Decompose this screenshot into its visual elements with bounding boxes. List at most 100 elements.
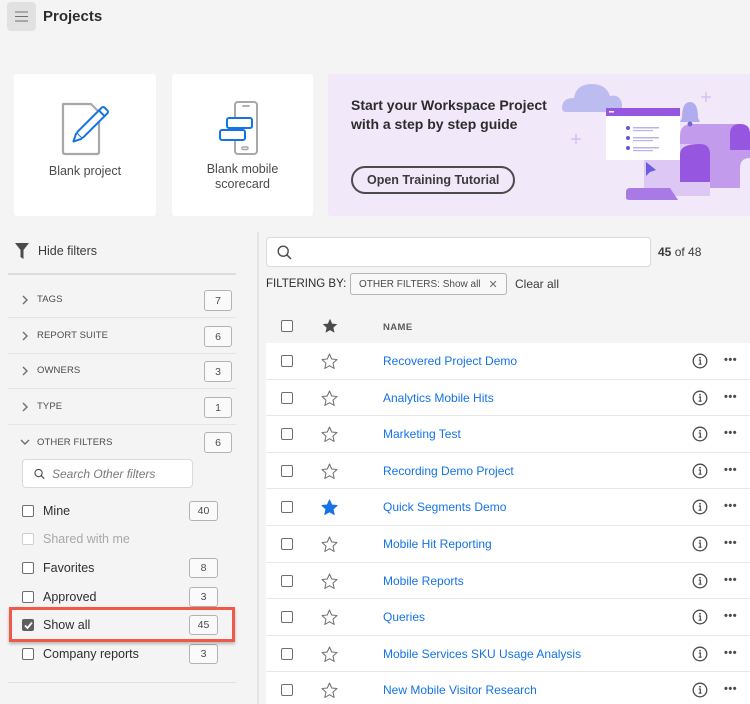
open-training-tutorial-button[interactable]: Open Training Tutorial	[351, 166, 516, 194]
table-row[interactable]: Analytics Mobile Hits •••	[266, 379, 750, 417]
info-icon[interactable]	[692, 390, 708, 406]
checkbox-disabled	[22, 533, 34, 545]
favorite-column-star-icon[interactable]	[322, 318, 338, 334]
filter-option-show-all[interactable]: Show all 45	[22, 613, 218, 637]
row-checkbox[interactable]	[281, 355, 293, 367]
clear-all-button[interactable]: Clear all	[515, 277, 559, 291]
more-actions-icon[interactable]: •••	[724, 426, 737, 440]
project-search-field[interactable]	[266, 237, 651, 267]
project-name-link[interactable]: Analytics Mobile Hits	[383, 391, 494, 405]
star-outline-icon[interactable]	[321, 390, 338, 407]
checkbox[interactable]	[22, 505, 34, 517]
row-checkbox[interactable]	[281, 537, 293, 550]
row-checkbox[interactable]	[281, 501, 293, 514]
checkbox[interactable]	[22, 562, 34, 574]
active-filter-tag[interactable]: OTHER FILTERS: Show all ✕	[350, 273, 507, 295]
star-outline-icon[interactable]	[321, 646, 338, 663]
facet-report-suite[interactable]: REPORT SUITE 6	[8, 318, 236, 354]
checkbox-checked[interactable]	[22, 619, 34, 631]
project-name-link[interactable]: Mobile Hit Reporting	[383, 537, 492, 551]
hide-filters-label: Hide filters	[38, 244, 98, 258]
row-checkbox[interactable]	[281, 574, 293, 587]
search-other-filters-input[interactable]	[52, 466, 192, 481]
more-actions-icon[interactable]: •••	[724, 390, 737, 404]
blank-mobile-scorecard-card[interactable]: Blank mobile scorecard	[172, 74, 313, 216]
row-checkbox[interactable]	[281, 684, 293, 697]
star-outline-icon[interactable]	[321, 353, 338, 370]
filter-option-mine[interactable]: Mine 40	[22, 499, 218, 523]
search-other-filters-field[interactable]	[22, 459, 193, 488]
table-row[interactable]: Mobile Services SKU Usage Analysis •••	[266, 635, 750, 673]
info-icon[interactable]	[692, 499, 708, 515]
facet-name: OWNERS	[37, 365, 81, 376]
table-row[interactable]: Recording Demo Project •••	[266, 452, 750, 490]
training-banner: Start your Workspace Project with a step…	[328, 74, 750, 216]
table-row[interactable]: Mobile Reports •••	[266, 562, 750, 600]
project-table-body: Recovered Project Demo ••• Analytics Mobil…	[266, 343, 750, 704]
star-filled-icon[interactable]	[321, 499, 338, 516]
search-icon	[277, 244, 292, 260]
info-icon[interactable]	[692, 463, 708, 479]
table-row[interactable]: Recovered Project Demo •••	[266, 343, 750, 380]
row-checkbox[interactable]	[281, 647, 293, 660]
project-search-input[interactable]	[300, 245, 650, 259]
table-row[interactable]: Marketing Test •••	[266, 416, 750, 453]
filter-option-favorites[interactable]: Favorites 8	[22, 556, 218, 580]
info-icon[interactable]	[692, 536, 708, 552]
project-name-link[interactable]: New Mobile Visitor Research	[383, 683, 537, 697]
project-name-link[interactable]: Marketing Test	[383, 427, 461, 441]
info-icon[interactable]	[692, 609, 708, 625]
name-column-header[interactable]: NAME	[383, 322, 413, 333]
project-name-link[interactable]: Quick Segments Demo	[383, 500, 506, 514]
filter-option-company-reports[interactable]: Company reports 3	[22, 642, 218, 666]
project-name-link[interactable]: Recovered Project Demo	[383, 354, 517, 368]
row-checkbox[interactable]	[281, 428, 293, 441]
more-actions-icon[interactable]: •••	[724, 499, 737, 513]
star-outline-icon[interactable]	[321, 573, 338, 590]
info-icon[interactable]	[692, 353, 708, 369]
checkbox[interactable]	[22, 648, 34, 660]
row-checkbox[interactable]	[281, 391, 293, 404]
facet-count-badge: 1	[204, 397, 232, 418]
facet-tags[interactable]: TAGS 7	[8, 282, 236, 318]
star-outline-icon[interactable]	[321, 536, 338, 553]
more-actions-icon[interactable]: •••	[724, 573, 737, 587]
info-icon[interactable]	[692, 573, 708, 589]
facet-type[interactable]: TYPE 1	[8, 389, 236, 425]
more-actions-icon[interactable]: •••	[724, 353, 737, 367]
row-checkbox[interactable]	[281, 464, 293, 477]
hamburger-menu-button[interactable]	[7, 2, 36, 31]
project-name-link[interactable]: Recording Demo Project	[383, 464, 514, 478]
more-actions-icon[interactable]: •••	[724, 646, 737, 660]
row-checkbox[interactable]	[281, 611, 293, 624]
table-row[interactable]: Mobile Hit Reporting •••	[266, 525, 750, 563]
blank-project-card[interactable]: Blank project	[14, 74, 156, 216]
table-header: NAME	[266, 318, 750, 338]
info-icon[interactable]	[692, 646, 708, 662]
star-outline-icon[interactable]	[321, 609, 338, 626]
facet-count-badge: 6	[204, 432, 232, 453]
project-name-link[interactable]: Queries	[383, 610, 425, 624]
more-actions-icon[interactable]: •••	[724, 682, 737, 696]
checkbox[interactable]	[22, 591, 34, 603]
more-actions-icon[interactable]: •••	[724, 536, 737, 550]
star-outline-icon[interactable]	[321, 426, 338, 443]
star-outline-icon[interactable]	[321, 463, 338, 480]
hide-filters-toggle[interactable]: Hide filters	[15, 243, 97, 259]
filter-option-approved[interactable]: Approved 3	[22, 585, 218, 609]
label-line-1: Blank mobile	[206, 162, 279, 176]
table-row[interactable]: Quick Segments Demo •••	[266, 489, 750, 526]
facet-other-filters[interactable]: OTHER FILTERS 6	[8, 424, 236, 460]
project-name-link[interactable]: Mobile Services SKU Usage Analysis	[383, 647, 581, 661]
facet-owners[interactable]: OWNERS 3	[8, 353, 236, 389]
select-all-checkbox[interactable]	[281, 320, 293, 332]
remove-filter-icon[interactable]: ✕	[489, 278, 498, 291]
project-name-link[interactable]: Mobile Reports	[383, 574, 464, 588]
star-outline-icon[interactable]	[321, 682, 338, 699]
table-row[interactable]: Queries •••	[266, 599, 750, 636]
more-actions-icon[interactable]: •••	[724, 609, 737, 623]
info-icon[interactable]	[692, 426, 708, 442]
table-row[interactable]: New Mobile Visitor Research •••	[266, 672, 750, 704]
info-icon[interactable]	[692, 682, 708, 698]
more-actions-icon[interactable]: •••	[724, 463, 737, 477]
